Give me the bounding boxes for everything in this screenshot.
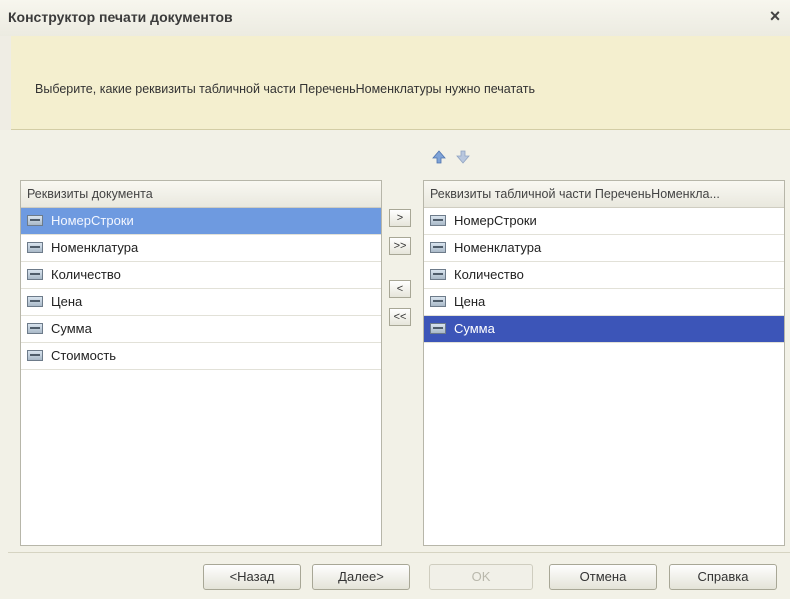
list-item-label: Цена bbox=[51, 294, 83, 309]
attribute-icon bbox=[430, 269, 446, 280]
list-item[interactable]: Сумма bbox=[424, 316, 784, 343]
attribute-icon bbox=[27, 215, 43, 226]
list-item[interactable]: Количество bbox=[21, 262, 381, 289]
attribute-icon bbox=[430, 215, 446, 226]
remove-all-button[interactable]: << bbox=[389, 308, 411, 326]
list-item-label: Сумма bbox=[454, 321, 495, 336]
instruction-text: Выберите, какие реквизиты табличной част… bbox=[35, 82, 535, 96]
banner-edge bbox=[0, 36, 11, 130]
list-item-label: Номенклатура bbox=[51, 240, 139, 255]
attribute-icon bbox=[430, 242, 446, 253]
add-button[interactable]: > bbox=[389, 209, 411, 227]
list-item-label: Стоимость bbox=[51, 348, 117, 363]
list-item[interactable]: Номенклатура bbox=[424, 235, 784, 262]
ok-button[interactable]: OK bbox=[429, 564, 533, 590]
help-button[interactable]: Справка bbox=[669, 564, 777, 590]
list-item[interactable]: Цена bbox=[424, 289, 784, 316]
list-item-label: Количество bbox=[454, 267, 524, 282]
list-item-label: Цена bbox=[454, 294, 486, 309]
order-buttons bbox=[432, 150, 470, 164]
window-title: Конструктор печати документов bbox=[8, 9, 233, 25]
print-constructor-dialog: Конструктор печати документов × Выберите… bbox=[0, 0, 790, 599]
attribute-icon bbox=[27, 350, 43, 361]
attribute-icon bbox=[27, 323, 43, 334]
list-item-label: НомерСтроки bbox=[454, 213, 537, 228]
document-attributes-header: Реквизиты документа bbox=[21, 181, 381, 208]
attribute-icon bbox=[27, 242, 43, 253]
list-item[interactable]: НомерСтроки bbox=[21, 208, 381, 235]
instruction-banner: Выберите, какие реквизиты табличной част… bbox=[11, 36, 790, 130]
move-up-icon[interactable] bbox=[432, 150, 446, 164]
list-item[interactable]: Номенклатура bbox=[21, 235, 381, 262]
move-down-icon[interactable] bbox=[456, 150, 470, 164]
list-item-label: Сумма bbox=[51, 321, 92, 336]
close-icon[interactable]: × bbox=[764, 5, 786, 27]
list-item[interactable]: Цена bbox=[21, 289, 381, 316]
cancel-button[interactable]: Отмена bbox=[549, 564, 657, 590]
list-item-label: Количество bbox=[51, 267, 121, 282]
list-item[interactable]: Сумма bbox=[21, 316, 381, 343]
list-item-label: НомерСтроки bbox=[51, 213, 134, 228]
list-item[interactable]: Количество bbox=[424, 262, 784, 289]
table-attributes-list[interactable]: Реквизиты табличной части ПереченьНоменк… bbox=[423, 180, 785, 546]
document-attributes-list[interactable]: Реквизиты документа НомерСтроки Номенкла… bbox=[20, 180, 382, 546]
attribute-icon bbox=[27, 269, 43, 280]
next-button[interactable]: Далее> bbox=[312, 564, 410, 590]
title-bar: Конструктор печати документов × bbox=[0, 0, 790, 37]
back-button[interactable]: <Назад bbox=[203, 564, 301, 590]
list-item[interactable]: НомерСтроки bbox=[424, 208, 784, 235]
list-item[interactable]: Стоимость bbox=[21, 343, 381, 370]
footer-divider bbox=[8, 552, 790, 553]
attribute-icon bbox=[27, 296, 43, 307]
remove-button[interactable]: < bbox=[389, 280, 411, 298]
add-all-button[interactable]: >> bbox=[389, 237, 411, 255]
table-attributes-header: Реквизиты табличной части ПереченьНоменк… bbox=[424, 181, 784, 208]
attribute-icon bbox=[430, 296, 446, 307]
list-item-label: Номенклатура bbox=[454, 240, 542, 255]
attribute-icon bbox=[430, 323, 446, 334]
